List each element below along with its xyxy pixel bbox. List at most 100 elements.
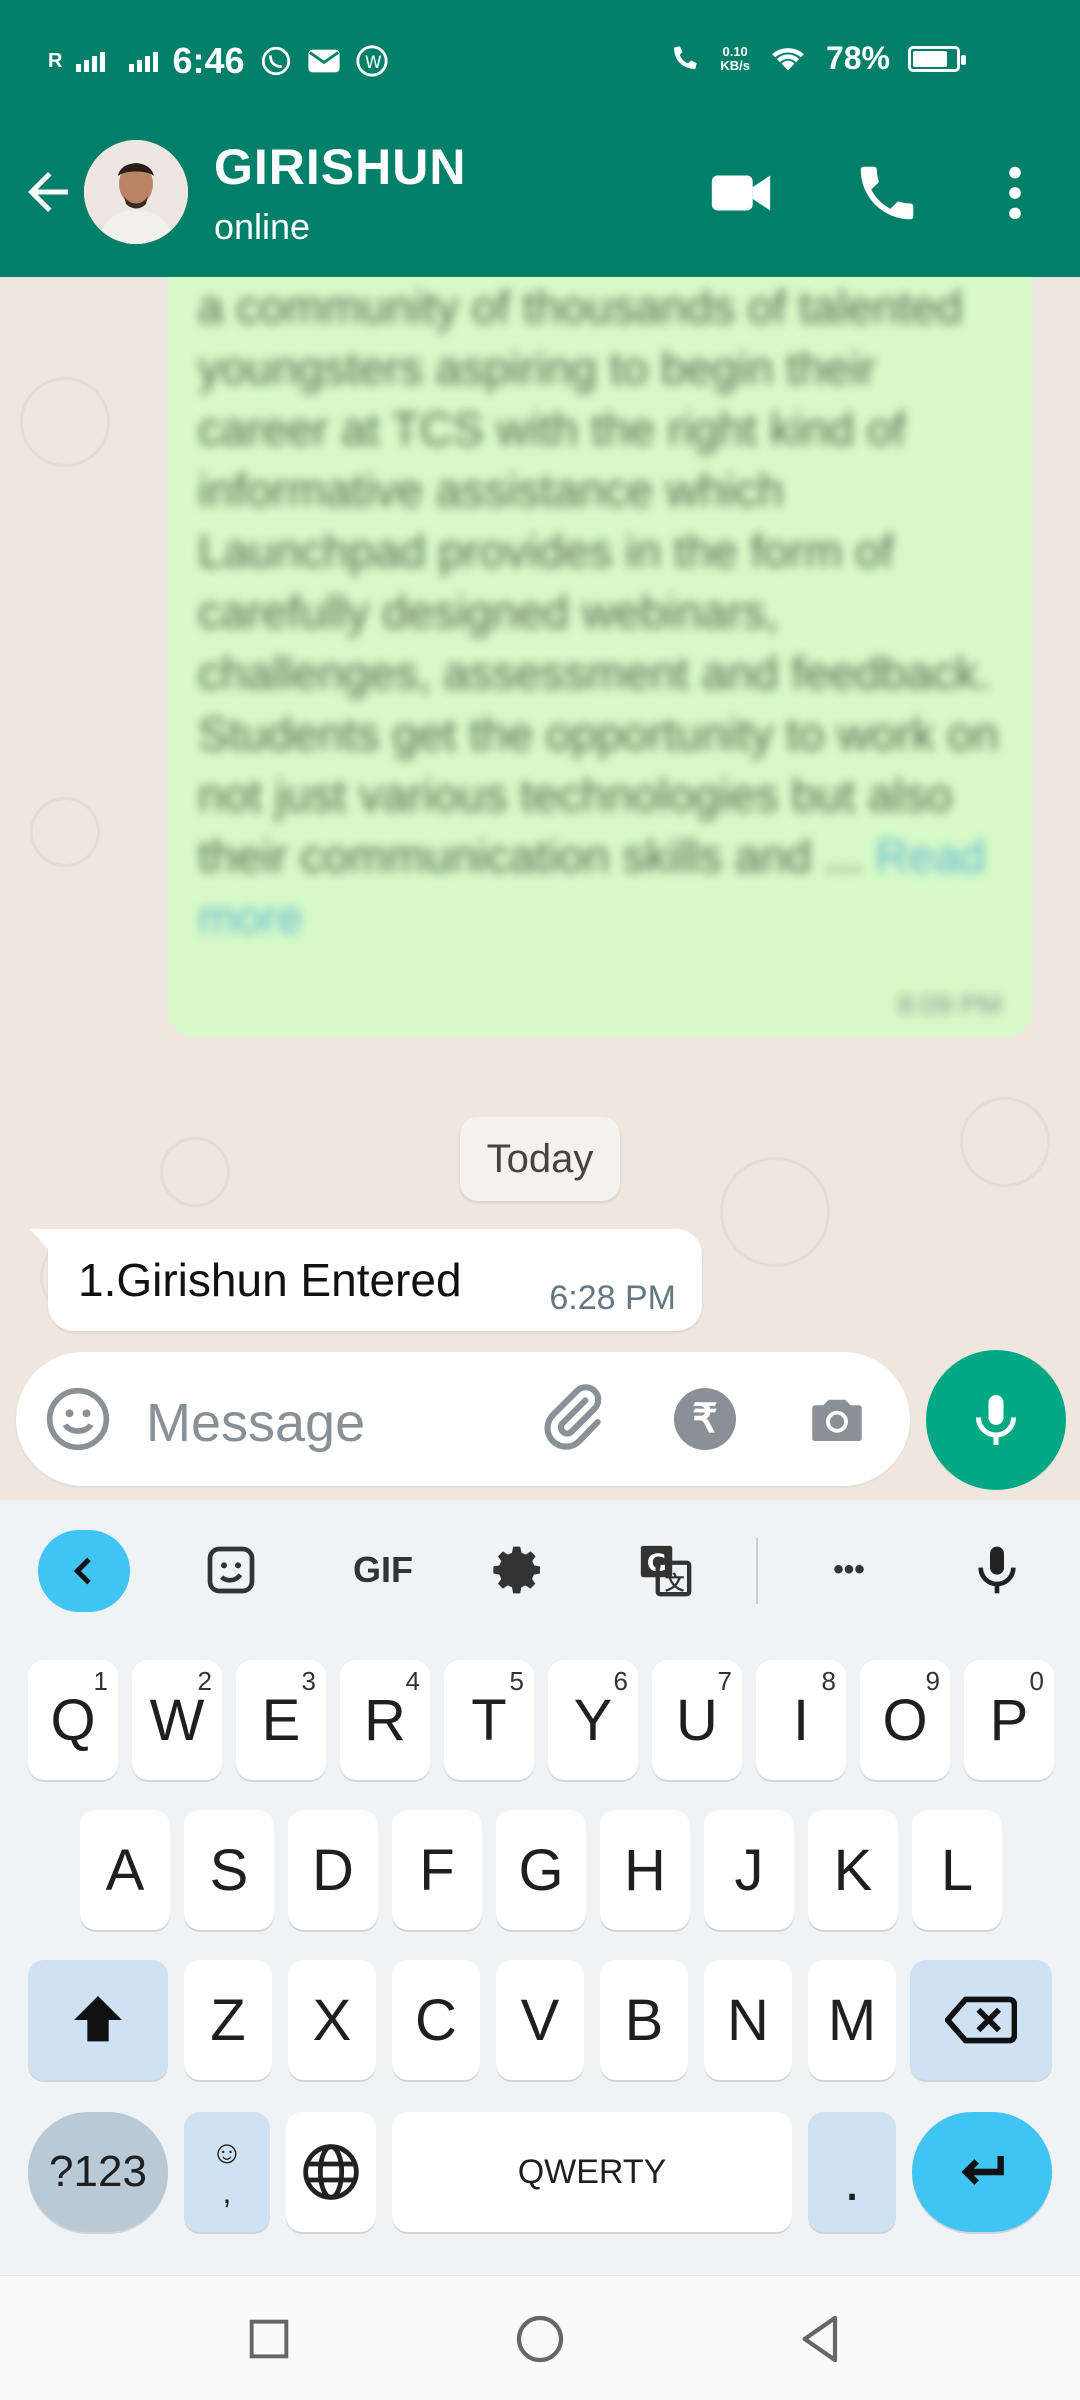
- key-hint: 7: [717, 1666, 732, 1696]
- period-key[interactable]: .: [808, 2112, 896, 2232]
- chat-area[interactable]: a community of thousands of talented you…: [0, 277, 1080, 1500]
- key-c[interactable]: C: [392, 1960, 480, 2080]
- key-hint: 4: [405, 1666, 420, 1696]
- key-label: M: [827, 1987, 877, 2053]
- message-time: 6:28 PM: [549, 1279, 676, 1317]
- key-a[interactable]: A: [80, 1810, 170, 1930]
- toolbar-divider: [756, 1538, 758, 1604]
- video-call-icon[interactable]: [706, 158, 776, 228]
- key-label: X: [312, 1987, 352, 2053]
- wifi-icon: [771, 47, 804, 70]
- home-button[interactable]: [507, 2306, 573, 2372]
- message-input[interactable]: Message: [146, 1392, 365, 1454]
- key-n[interactable]: N: [704, 1960, 792, 2080]
- battery-icon: [908, 45, 966, 72]
- key-label: E: [261, 1687, 301, 1753]
- key-j[interactable]: J: [704, 1810, 794, 1930]
- camera-icon[interactable]: [804, 1386, 870, 1452]
- key-z[interactable]: Z: [184, 1960, 272, 2080]
- key-o[interactable]: O9: [860, 1660, 950, 1780]
- blurred-message-text: a community of thousands of talented you…: [198, 281, 999, 943]
- key-s[interactable]: S: [184, 1810, 274, 1930]
- key-u[interactable]: U7: [652, 1660, 742, 1780]
- contact-avatar[interactable]: [84, 140, 188, 244]
- key-d[interactable]: D: [288, 1810, 378, 1930]
- key-v[interactable]: V: [496, 1960, 584, 2080]
- emoji-key-icon: ☺: [210, 2134, 244, 2170]
- key-label: W: [149, 1687, 205, 1753]
- key-h[interactable]: H: [600, 1810, 690, 1930]
- system-nav-bar: [0, 2275, 1080, 2400]
- contact-name[interactable]: GIRISHUN: [214, 138, 466, 196]
- space-key[interactable]: QWERTY: [392, 2112, 792, 2232]
- recents-button[interactable]: [236, 2306, 302, 2372]
- settings-icon[interactable]: [484, 1535, 554, 1605]
- key-x[interactable]: X: [288, 1960, 376, 2080]
- key-e[interactable]: E3: [236, 1660, 326, 1780]
- whatsapp-notification-icon: [261, 46, 290, 76]
- chevron-left-icon: [73, 1557, 91, 1585]
- translate-icon[interactable]: G文: [630, 1535, 700, 1605]
- key-i[interactable]: I8: [756, 1660, 846, 1780]
- back-button[interactable]: [788, 2306, 854, 2372]
- outgoing-message-bubble[interactable]: a community of thousands of talented you…: [168, 277, 1032, 1037]
- key-label: Y: [573, 1687, 613, 1753]
- key-label: L: [940, 1837, 974, 1903]
- key-r[interactable]: R4: [340, 1660, 430, 1780]
- voice-record-button[interactable]: [926, 1350, 1066, 1490]
- key-t[interactable]: T5: [444, 1660, 534, 1780]
- key-k[interactable]: K: [808, 1810, 898, 1930]
- status-bar: R 6:46 W 0.10 KB/s 78%: [0, 0, 1080, 120]
- app-notification-icon: W: [355, 45, 388, 77]
- emoji-comma-key[interactable]: ☺ ,: [184, 2112, 270, 2232]
- key-m[interactable]: M: [808, 1960, 896, 2080]
- key-label: U: [676, 1687, 718, 1753]
- key-label: F: [419, 1837, 455, 1903]
- net-speed: 0.10 KB/s: [720, 43, 750, 73]
- status-time: 6:46: [172, 40, 245, 81]
- key-hint: 1: [93, 1666, 108, 1696]
- key-f[interactable]: F: [392, 1810, 482, 1930]
- language-key[interactable]: [286, 2112, 376, 2232]
- key-p[interactable]: P0: [964, 1660, 1054, 1780]
- contact-status: online: [214, 206, 311, 247]
- comma-label: ,: [222, 2174, 232, 2210]
- key-label: P: [989, 1687, 1029, 1753]
- emoji-icon[interactable]: [44, 1385, 112, 1453]
- signal-icon-2: [129, 50, 159, 72]
- back-arrow-icon[interactable]: [18, 162, 78, 222]
- sticker-icon[interactable]: [196, 1535, 266, 1605]
- key-b[interactable]: B: [600, 1960, 688, 2080]
- key-hint: 6: [613, 1666, 628, 1696]
- enter-key[interactable]: [912, 2112, 1052, 2232]
- more-vert-icon[interactable]: [980, 158, 1050, 228]
- key-hint: 5: [509, 1666, 524, 1696]
- key-label: H: [624, 1837, 666, 1903]
- incoming-message-bubble[interactable]: 1.Girishun Entered 6:28 PM: [30, 1229, 702, 1331]
- attach-icon[interactable]: [536, 1382, 610, 1456]
- key-hint: 9: [925, 1666, 940, 1696]
- key-l[interactable]: L: [912, 1810, 1002, 1930]
- key-label: D: [312, 1837, 354, 1903]
- key-w[interactable]: W2: [132, 1660, 222, 1780]
- key-label: Z: [210, 1987, 246, 2053]
- shift-icon: [74, 1996, 122, 2042]
- recents-icon: [249, 2319, 289, 2359]
- shift-key[interactable]: [28, 1960, 168, 2080]
- keyboard-back-button[interactable]: [38, 1530, 130, 1612]
- key-label: I: [792, 1687, 810, 1753]
- keyboard-mic-icon[interactable]: [962, 1535, 1032, 1605]
- phone-call-icon[interactable]: [852, 158, 922, 228]
- symbols-key[interactable]: ?123: [28, 2112, 168, 2232]
- key-q[interactable]: Q1: [28, 1660, 118, 1780]
- key-g[interactable]: G: [496, 1810, 586, 1930]
- key-label: J: [734, 1837, 764, 1903]
- gif-button[interactable]: GIF: [338, 1535, 428, 1605]
- more-icon[interactable]: •••: [814, 1535, 884, 1605]
- backspace-key[interactable]: [910, 1960, 1052, 2080]
- svg-text:W: W: [364, 53, 381, 73]
- carrier-label: R: [48, 49, 63, 72]
- chat-header: GIRISHUN online: [0, 130, 1080, 270]
- payment-rupee-icon[interactable]: ₹: [674, 1388, 736, 1450]
- key-y[interactable]: Y6: [548, 1660, 638, 1780]
